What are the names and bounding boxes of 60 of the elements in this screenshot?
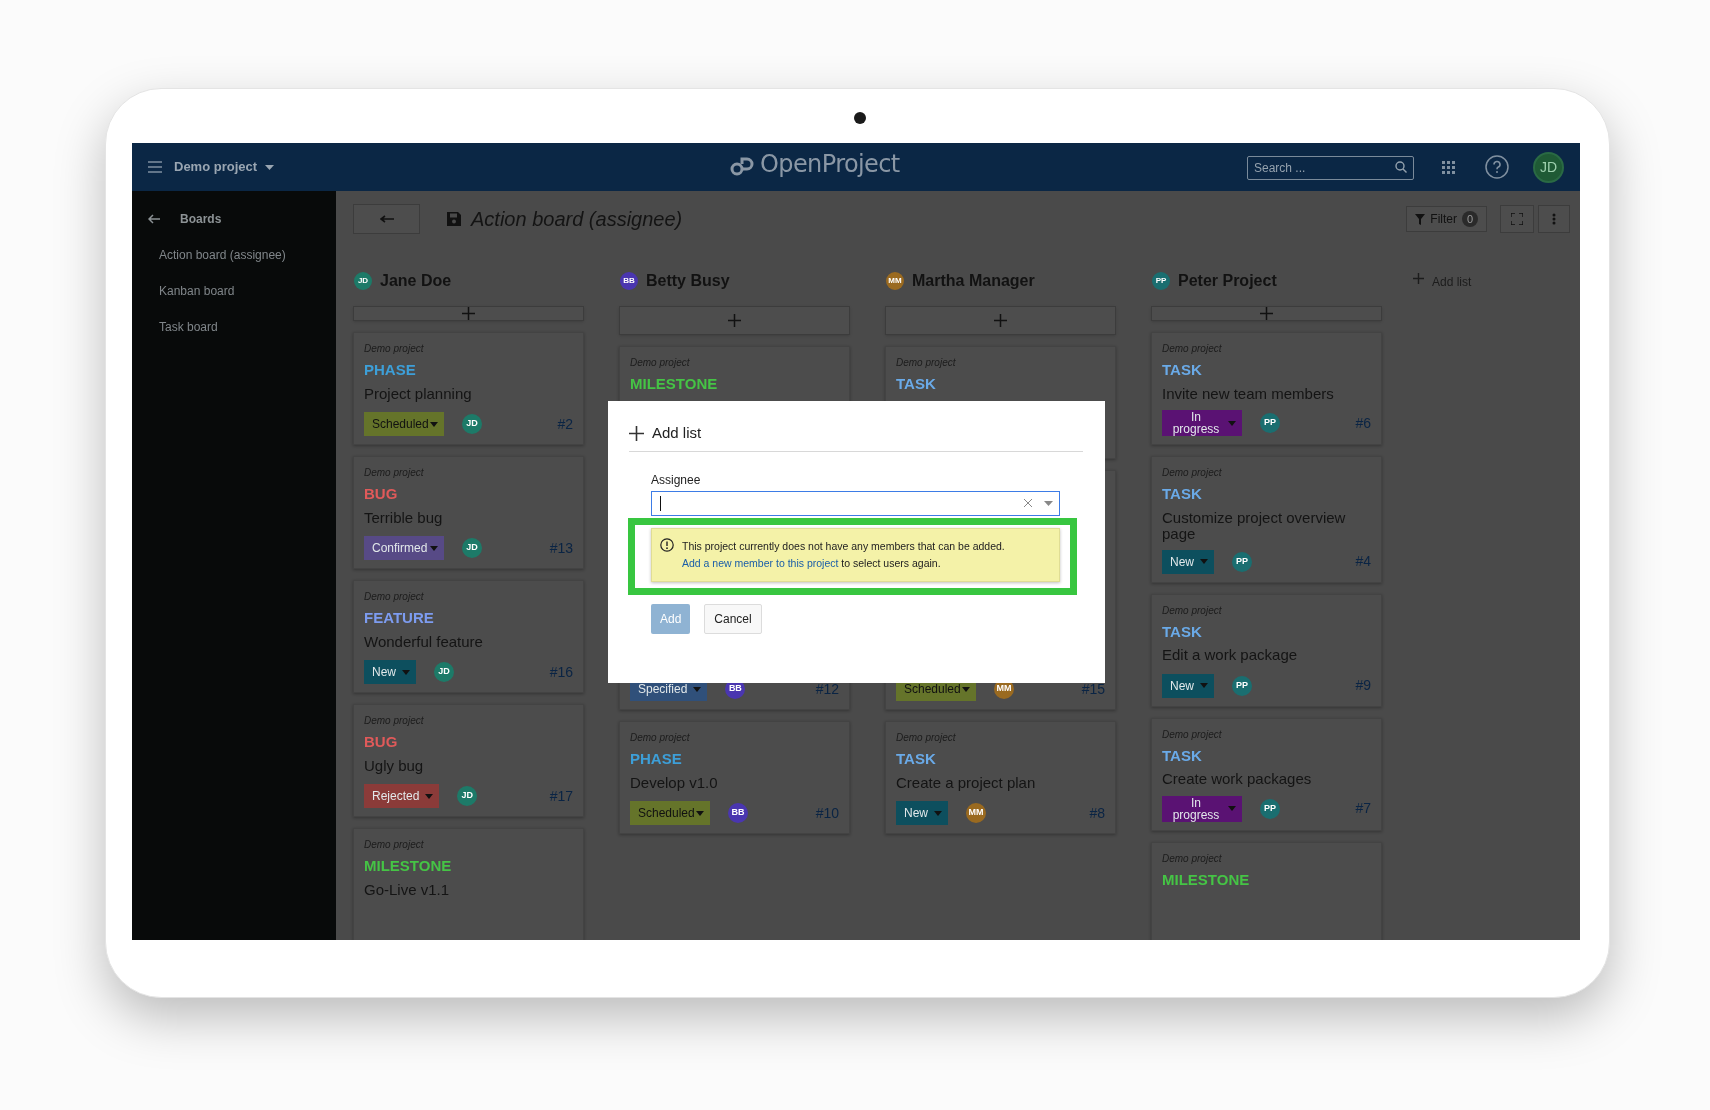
column-title: Peter Project — [1178, 271, 1277, 291]
card-title: Develop v1.0 — [630, 774, 719, 791]
card-title: Go-Live v1.1 — [364, 881, 451, 898]
column-title: Betty Busy — [646, 271, 730, 291]
type-label: PHASE — [630, 749, 683, 769]
card-number: #17 — [549, 786, 573, 806]
card-number: #9 — [1355, 676, 1371, 695]
user-avatar: MM — [886, 272, 904, 290]
type-label: TASK — [1162, 360, 1203, 380]
card-number: #10 — [815, 803, 839, 823]
user-avatar: BB — [728, 803, 748, 823]
card-title: Project planning — [364, 385, 473, 402]
type-label: MILESTONE — [630, 374, 719, 394]
user-avatar: MM — [966, 803, 986, 823]
dialog-title: Add list — [652, 422, 702, 443]
type-label: TASK — [896, 374, 937, 394]
type-label: TASK — [1162, 745, 1203, 766]
type-label: MILESTONE — [1162, 869, 1251, 890]
card-number: #6 — [1355, 413, 1371, 433]
user-avatar: JD — [457, 786, 478, 806]
warning-text: This project currently does not have any members that can be added. Add a new member to this project to select users again. — [682, 539, 1005, 571]
filter-count: 0 — [1462, 211, 1478, 227]
column-title: Jane Doe — [380, 271, 452, 291]
card-number: #16 — [549, 662, 573, 682]
card-title: Customize project overview page — [1162, 509, 1347, 542]
user-avatar: JD — [354, 272, 372, 290]
sidebar-heading: Boards — [180, 211, 222, 228]
card-number: #4 — [1355, 552, 1371, 571]
card-number: #2 — [557, 414, 573, 434]
type-label: TASK — [1162, 484, 1203, 504]
field-label: Assignee — [651, 472, 702, 489]
user-avatar: PP — [1152, 272, 1170, 290]
user-avatar: BB — [620, 272, 638, 290]
card-title: Edit a work package — [1162, 647, 1299, 663]
card-number: #12 — [815, 679, 839, 699]
user-avatar: PP — [1260, 798, 1280, 819]
user-avatar: JD — [462, 414, 482, 434]
type-label: PHASE — [364, 360, 417, 380]
type-label: TASK — [1162, 621, 1203, 642]
card-number: #13 — [549, 538, 573, 558]
card-number: #7 — [1355, 799, 1371, 818]
column-title: Martha Manager — [912, 271, 1035, 291]
card-title: Ugly bug — [364, 757, 425, 774]
user-avatar: PP — [1232, 675, 1252, 696]
type-label: BUG — [364, 484, 399, 504]
type-label: MILESTONE — [364, 856, 453, 876]
card-title: Wonderful feature — [364, 633, 484, 650]
user-avatar: JD — [462, 538, 482, 558]
user-avatar: PP — [1232, 551, 1252, 572]
card-title: Create a project plan — [896, 774, 1037, 791]
card-number: #8 — [1089, 803, 1105, 823]
card-title: Invite new team members — [1162, 385, 1335, 402]
type-label: BUG — [364, 732, 399, 752]
user-avatar: PP — [1260, 413, 1280, 433]
type-label: FEATURE — [364, 608, 435, 628]
user-avatar: JD — [434, 662, 454, 682]
type-label: TASK — [896, 749, 937, 769]
card-number: #15 — [1081, 679, 1105, 699]
card-title: Create work packages — [1162, 771, 1313, 787]
card-title: Terrible bug — [364, 509, 444, 526]
